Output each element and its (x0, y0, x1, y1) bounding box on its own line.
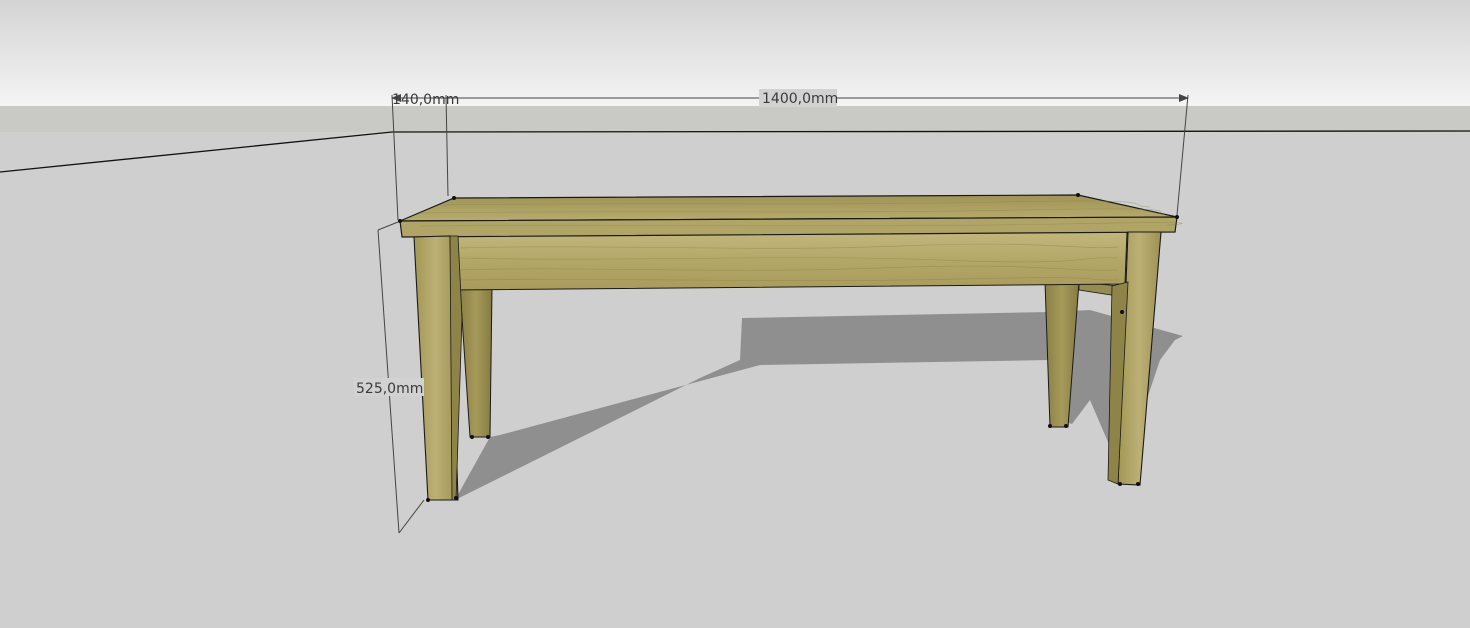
length-dimension-label: 1400,0mm (762, 91, 838, 107)
front-apron (447, 231, 1128, 291)
depth-dimension-label: 140,0mm (392, 92, 459, 108)
height-dimension-label: 525,0mm (356, 381, 423, 397)
sky (0, 0, 1470, 106)
sketchup-viewport[interactable]: 1400,0mm 140,0mm 525,0mm (0, 0, 1470, 628)
horizon-band (0, 106, 1470, 132)
3d-model-canvas[interactable]: 1400,0mm 140,0mm 525,0mm (0, 0, 1470, 628)
